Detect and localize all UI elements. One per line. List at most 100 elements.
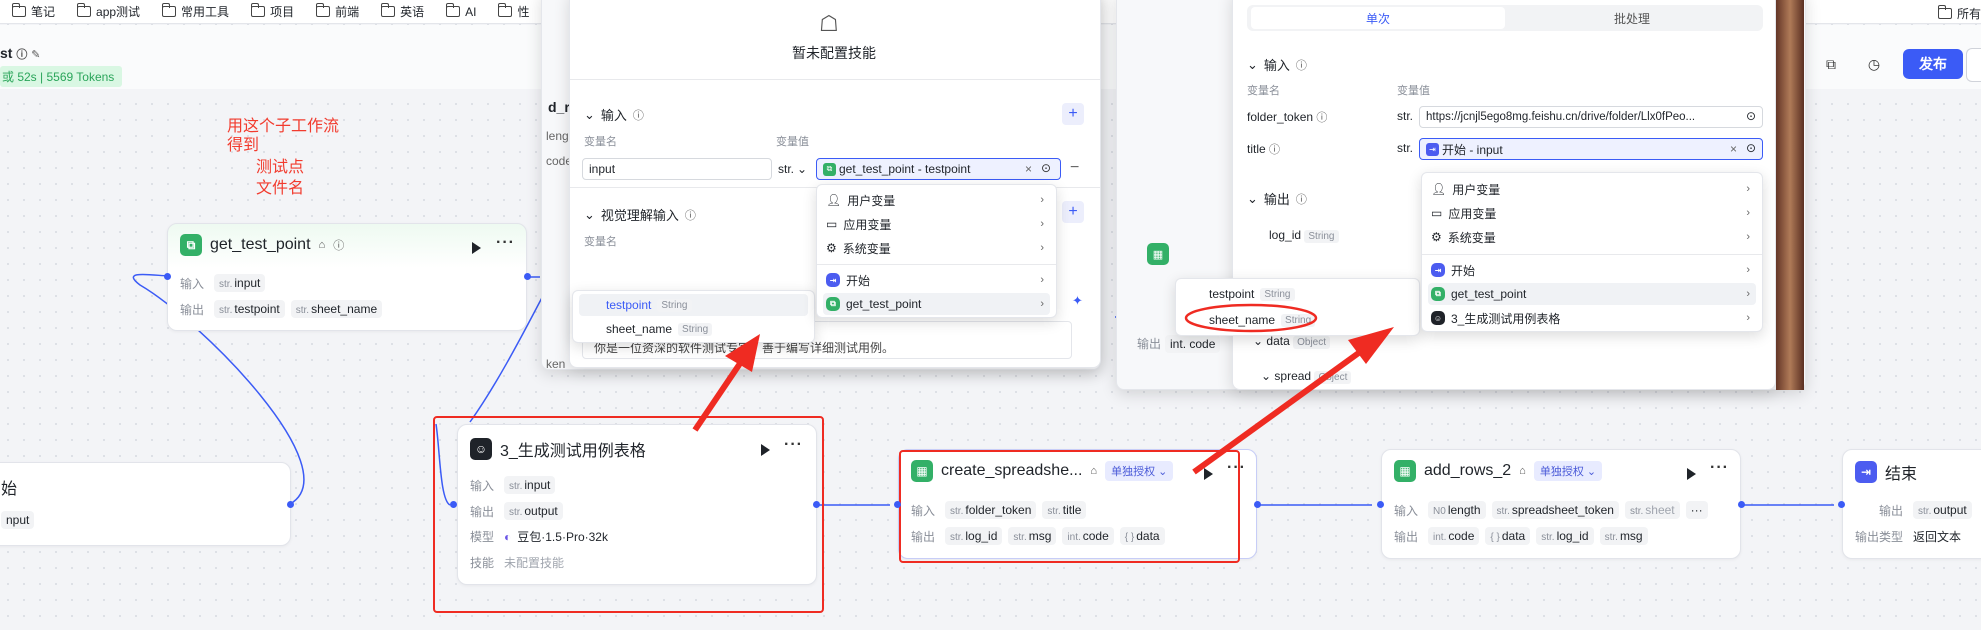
- spreadsheet-icon: ▦: [1394, 460, 1416, 482]
- create-spreadsheet-out-port[interactable]: [1254, 501, 1261, 508]
- end-node[interactable]: ⇥ 结束 输出 str. output 输出类型 返回文本: [1842, 449, 1981, 559]
- right-edge-button[interactable]: [1966, 48, 1981, 82]
- skill-value: 未配置技能: [504, 556, 565, 570]
- clear-icon[interactable]: ×: [1730, 142, 1737, 156]
- folder-token-type[interactable]: str.: [1397, 109, 1413, 123]
- input-section-title[interactable]: ⌄ 输入 ⓘ: [1247, 55, 1307, 74]
- run-icon[interactable]: [472, 242, 481, 254]
- submenu-item-testpoint[interactable]: testpoint String: [1182, 283, 1413, 305]
- info-icon[interactable]: ⓘ: [633, 107, 644, 123]
- start-node-port[interactable]: [287, 501, 294, 508]
- chevron-right-icon: ›: [1746, 288, 1750, 300]
- get-test-point-out-port[interactable]: [524, 273, 531, 280]
- submenu-item-testpoint[interactable]: testpoint String: [579, 294, 808, 316]
- empty-skill-icon: ☖: [819, 11, 839, 36]
- output-data[interactable]: ⌄ data Object: [1253, 334, 1331, 349]
- menu-item-start[interactable]: ⇥ 开始 ›: [1428, 259, 1756, 281]
- add-rows-node[interactable]: ▦ add_rows_2 ⌂ 单独授权 ⌄ ··· 输入 N0 length st…: [1381, 449, 1741, 559]
- add-rows-in-port[interactable]: [1377, 501, 1384, 508]
- run-icon[interactable]: [1687, 468, 1696, 480]
- more-icon[interactable]: ···: [784, 436, 803, 454]
- folder-icon: [315, 3, 331, 17]
- target-icon[interactable]: ⊙: [1746, 141, 1756, 155]
- sparkle-icon[interactable]: ✦: [1072, 293, 1083, 309]
- run-icon[interactable]: [761, 444, 770, 456]
- submenu-item-sheet-name[interactable]: sheet_name String: [1182, 309, 1413, 331]
- chevron-right-icon: ›: [1746, 264, 1750, 276]
- var-type-select[interactable]: str. ⌄: [778, 158, 807, 180]
- clear-icon[interactable]: ×: [1025, 162, 1032, 176]
- folder-token-input[interactable]: https://jcnjl5ego8mg.feishu.cn/drive/fol…: [1419, 106, 1763, 128]
- bookmark-notes[interactable]: 笔记: [11, 3, 55, 20]
- gen-table-in-port[interactable]: [450, 501, 457, 508]
- tab-single[interactable]: 单次: [1251, 7, 1505, 29]
- folder-icon: [161, 3, 177, 17]
- target-icon[interactable]: ⊙: [1041, 161, 1051, 175]
- edit-icon[interactable]: ✎: [31, 49, 40, 61]
- menu-item-system-vars[interactable]: ⚙ 系统变量 ›: [823, 237, 1050, 259]
- info-icon[interactable]: ⓘ: [1316, 112, 1327, 124]
- gen-table-out-port[interactable]: [813, 501, 820, 508]
- vision-section-title[interactable]: ⌄ 视觉理解输入 ⓘ: [584, 205, 696, 224]
- more-icon[interactable]: ···: [1710, 459, 1729, 477]
- output-spread[interactable]: ⌄ spread Object: [1261, 369, 1352, 384]
- model-value: 豆包·1.5·Pro·32k: [517, 530, 608, 544]
- output-type-label: 输出类型: [1855, 530, 1904, 544]
- get-test-point-node[interactable]: ⧉ get_test_point ⌂ ⓘ ··· 输入 str. input 输出…: [167, 223, 527, 331]
- info-icon[interactable]: ⓘ: [16, 49, 27, 61]
- get-test-point-in-port[interactable]: [164, 273, 171, 280]
- bookmark-tools[interactable]: 常用工具: [161, 3, 229, 20]
- info-icon[interactable]: ⓘ: [685, 207, 696, 223]
- bookmark-projects[interactable]: 项目: [250, 3, 294, 20]
- info-icon[interactable]: ⓘ: [1296, 191, 1307, 207]
- add-vision-button[interactable]: +: [1062, 201, 1084, 223]
- publish-button[interactable]: 发布: [1903, 49, 1963, 79]
- bookmark-ai[interactable]: AI: [445, 3, 476, 19]
- add-rows-out-port[interactable]: [1738, 501, 1745, 508]
- var-name-input[interactable]: input: [582, 158, 772, 180]
- auth-badge[interactable]: 单独授权 ⌄: [1533, 461, 1603, 481]
- model-icon: ◐: [504, 529, 512, 544]
- title-input[interactable]: ⇥ 开始 - input × ⊙: [1419, 138, 1763, 160]
- start-node[interactable]: 始 nput: [0, 462, 291, 546]
- create-spreadsheet-in-port[interactable]: [894, 501, 901, 508]
- menu-item-user-vars[interactable]: 👤︎ 用户变量 ›: [1428, 178, 1756, 200]
- bookmark-more[interactable]: 性: [498, 3, 529, 20]
- output-section-title[interactable]: ⌄ 输出 ⓘ: [1247, 189, 1307, 208]
- menu-item-get-test-point[interactable]: ⧉ get_test_point ›: [823, 293, 1050, 315]
- info-icon[interactable]: ⓘ: [333, 237, 344, 253]
- folder-token-label: folder_token ⓘ: [1247, 110, 1328, 124]
- menu-item-system-vars[interactable]: ⚙ 系统变量 ›: [1428, 226, 1756, 248]
- menu-item-get-test-point[interactable]: ⧉ get_test_point ›: [1428, 283, 1756, 305]
- bookmark-all[interactable]: 所有: [1937, 5, 1981, 22]
- copy-icon[interactable]: ⧉: [1819, 52, 1843, 76]
- tab-batch[interactable]: 批处理: [1505, 7, 1759, 29]
- var-value-input[interactable]: ⧉ get_test_point - testpoint × ⊙: [816, 158, 1061, 180]
- gen-table-node[interactable]: ☺ 3_生成测试用例表格 ··· 输入 str. input 输出 str. out…: [457, 424, 817, 585]
- title-label: title ⓘ: [1247, 142, 1281, 156]
- menu-item-app-vars[interactable]: ▭ 应用变量 ›: [823, 213, 1050, 235]
- bookmark-frontend[interactable]: 前端: [315, 3, 359, 20]
- history-icon[interactable]: ◷: [1862, 52, 1886, 76]
- right-submenu: testpoint String sheet_name String: [1175, 278, 1420, 336]
- output-tag: str. testpoint: [214, 300, 285, 318]
- output-tag: str. output: [504, 502, 563, 520]
- info-icon[interactable]: ⓘ: [1269, 144, 1280, 156]
- menu-item-start[interactable]: ⇥ 开始 ›: [823, 269, 1050, 291]
- add-input-button[interactable]: +: [1062, 103, 1084, 125]
- end-in-port[interactable]: [1838, 501, 1845, 508]
- bookmark-english[interactable]: 英语: [380, 3, 424, 20]
- remove-row-button[interactable]: −: [1070, 159, 1079, 177]
- menu-item-gen-table[interactable]: ☺ 3_生成测试用例表格 ›: [1428, 307, 1756, 329]
- bookmark-app-test[interactable]: app测试: [76, 3, 140, 20]
- submenu-item-sheet-name[interactable]: sheet_name String: [579, 318, 808, 340]
- output-log-id: log_id String: [1269, 228, 1339, 243]
- target-icon[interactable]: ⊙: [1746, 109, 1756, 123]
- menu-item-app-vars[interactable]: ▭ 应用变量 ›: [1428, 202, 1756, 224]
- more-icon[interactable]: ···: [496, 234, 515, 252]
- more-inputs-icon[interactable]: ···: [1685, 501, 1708, 519]
- info-icon[interactable]: ⓘ: [1296, 57, 1307, 73]
- input-section-title[interactable]: ⌄ 输入 ⓘ: [584, 105, 644, 124]
- title-type[interactable]: str.: [1397, 141, 1413, 155]
- menu-item-user-vars[interactable]: 👤︎ 用户变量 ›: [823, 189, 1050, 211]
